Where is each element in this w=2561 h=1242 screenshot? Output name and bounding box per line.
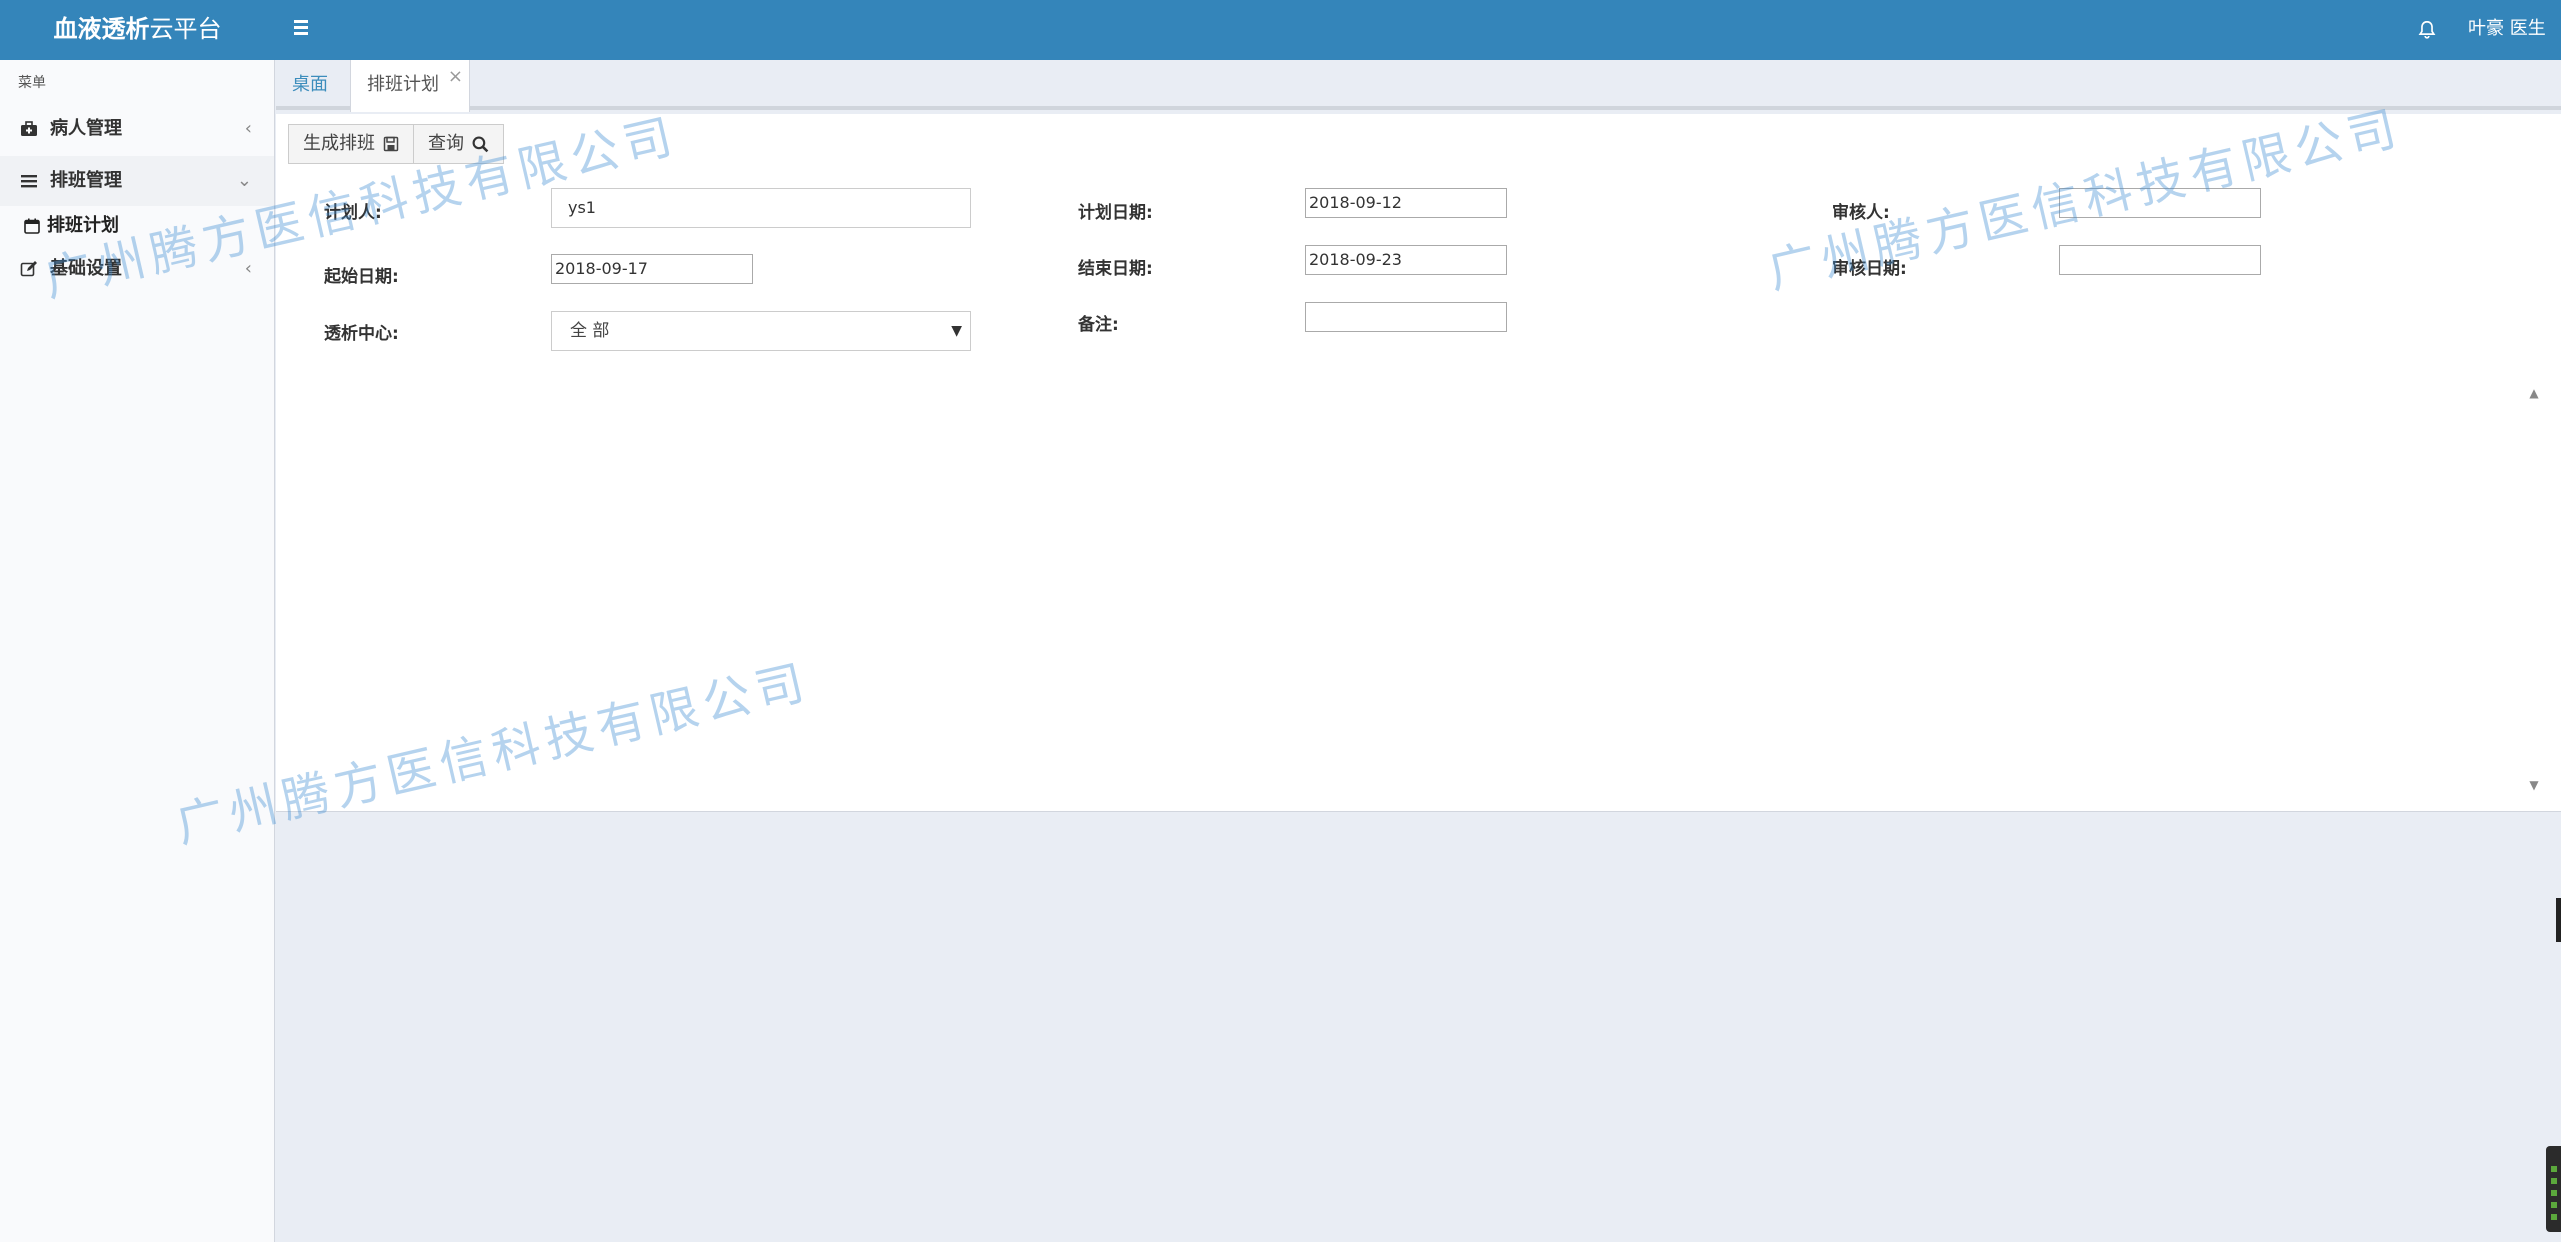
tab-bar: 桌面 排班计划 × bbox=[276, 60, 2561, 112]
briefcase-medical-icon bbox=[21, 121, 37, 136]
list-icon bbox=[21, 175, 37, 188]
system-widget bbox=[2546, 1146, 2561, 1232]
reviewer-label: 审核人: bbox=[1832, 203, 1890, 223]
scroll-up-icon[interactable]: ▲ bbox=[2526, 386, 2542, 400]
remark-field[interactable] bbox=[1305, 302, 1507, 332]
planner-field[interactable]: ys1 bbox=[551, 188, 971, 228]
start-date-field[interactable]: 2018-09-17 bbox=[551, 254, 753, 284]
sidebar-toggle-icon[interactable] bbox=[290, 17, 314, 41]
top-navbar: 血液透析云平台 叶豪 医生 bbox=[0, 0, 2561, 60]
sidebar-item-label: 基础设置 bbox=[50, 258, 122, 279]
app-brand[interactable]: 血液透析云平台 bbox=[0, 0, 275, 60]
planner-label: 计划人: bbox=[324, 203, 382, 223]
end-date-field[interactable]: 2018-09-23 bbox=[1305, 245, 1507, 275]
edit-icon bbox=[20, 261, 37, 277]
tab-label: 排班计划 bbox=[367, 74, 439, 95]
tab-schedule-plan[interactable]: 排班计划 × bbox=[350, 60, 470, 112]
reviewer-field[interactable] bbox=[2059, 188, 2261, 218]
sidebar-header: 菜单 bbox=[18, 75, 46, 91]
brand-bold: 血液透析 bbox=[53, 15, 150, 43]
brand-rest: 云平台 bbox=[149, 15, 222, 43]
chevron-left-icon: ‹ bbox=[244, 118, 252, 139]
scroll-down-icon[interactable]: ▼ bbox=[2526, 778, 2542, 792]
chevron-left-icon: ‹ bbox=[244, 258, 252, 279]
plan-date-label: 计划日期: bbox=[1078, 203, 1153, 223]
sidebar-subitem-schedule-plan[interactable]: 排班计划 bbox=[0, 206, 274, 246]
sidebar-subitem-label: 排班计划 bbox=[47, 215, 119, 236]
button-label: 查询 bbox=[428, 133, 464, 154]
tab-desktop[interactable]: 桌面 bbox=[276, 60, 344, 110]
dialysis-center-select[interactable]: 全 部 ▼ bbox=[551, 311, 971, 351]
remark-label: 备注: bbox=[1078, 315, 1119, 335]
query-button[interactable]: 查询 bbox=[414, 124, 504, 164]
button-label: 生成排班 bbox=[303, 133, 375, 154]
content-panel: 生成排班 查询 计划人: ys1 计划日期: 2018-09-12 审核人: 起… bbox=[276, 114, 2561, 812]
dialysis-center-label: 透析中心: bbox=[324, 324, 399, 344]
start-date-label: 起始日期: bbox=[324, 267, 399, 287]
search-icon bbox=[472, 136, 489, 152]
sidebar-item-patient-management[interactable]: 病人管理 ‹ bbox=[0, 104, 274, 154]
close-icon[interactable]: × bbox=[448, 52, 463, 102]
calendar-icon bbox=[24, 218, 40, 234]
caret-down-icon: ▼ bbox=[951, 323, 962, 339]
save-icon bbox=[383, 136, 399, 152]
bell-icon[interactable] bbox=[2416, 18, 2438, 42]
review-date-label: 审核日期: bbox=[1832, 259, 1907, 279]
select-value: 全 部 bbox=[570, 321, 610, 341]
sidebar-item-label: 病人管理 bbox=[50, 118, 122, 139]
user-menu[interactable]: 叶豪 医生 bbox=[2468, 0, 2546, 60]
sidebar-item-schedule-management[interactable]: 排班管理 ⌄ bbox=[0, 156, 274, 206]
sidebar-item-basic-settings[interactable]: 基础设置 ‹ bbox=[0, 244, 274, 294]
end-date-label: 结束日期: bbox=[1078, 259, 1153, 279]
toolbar: 生成排班 查询 bbox=[288, 124, 504, 164]
chevron-down-icon: ⌄ bbox=[236, 170, 252, 191]
edge-handle bbox=[2556, 898, 2561, 942]
sidebar: 菜单 病人管理 ‹ 排班管理 ⌄ 排班计划 基础设置 ‹ bbox=[0, 60, 275, 1242]
generate-schedule-button[interactable]: 生成排班 bbox=[288, 124, 414, 164]
plan-date-field[interactable]: 2018-09-12 bbox=[1305, 188, 1507, 218]
sidebar-item-label: 排班管理 bbox=[50, 170, 122, 191]
review-date-field[interactable] bbox=[2059, 245, 2261, 275]
